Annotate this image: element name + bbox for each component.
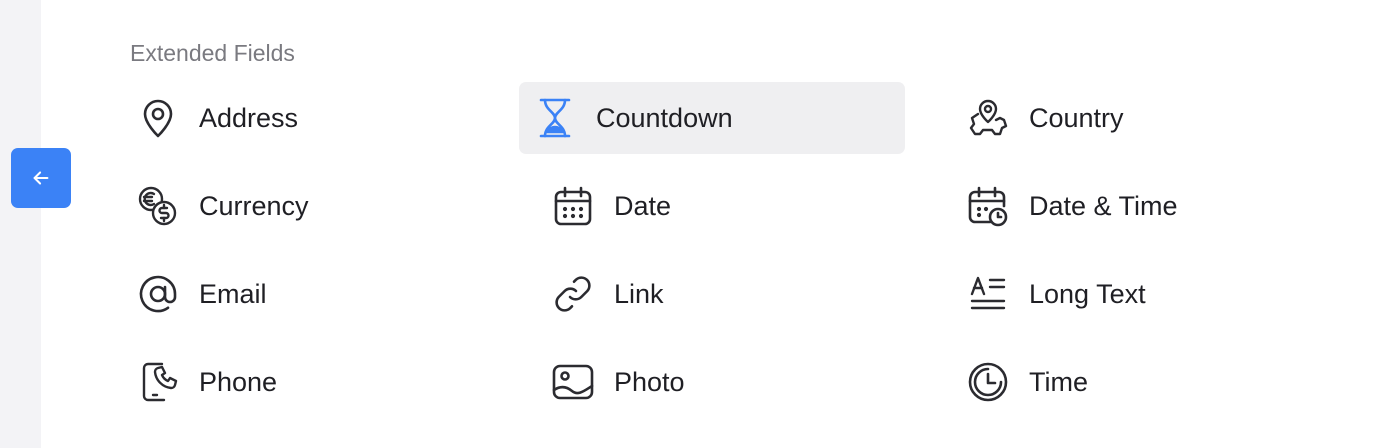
field-label: Date & Time xyxy=(1029,190,1178,221)
at-sign-icon xyxy=(136,272,180,316)
field-label: Address xyxy=(199,102,299,133)
field-label: Link xyxy=(614,278,664,309)
left-rail xyxy=(0,0,41,448)
arrow-left-icon xyxy=(30,167,52,189)
phone-icon xyxy=(136,360,180,404)
field-label: Country xyxy=(1029,102,1124,133)
field-date-time[interactable]: Date & Time xyxy=(952,170,1338,242)
field-label: Countdown xyxy=(596,102,733,133)
field-long-text[interactable]: Long Text xyxy=(952,258,1338,330)
field-label: Time xyxy=(1029,366,1088,397)
link-icon xyxy=(551,272,595,316)
calendar-icon xyxy=(551,184,595,228)
field-label: Currency xyxy=(199,190,309,221)
field-phone[interactable]: Phone xyxy=(122,346,508,418)
section-title: Extended Fields xyxy=(130,40,295,66)
field-label: Long Text xyxy=(1029,278,1146,309)
map-pin-icon xyxy=(136,96,180,140)
field-photo[interactable]: Photo xyxy=(537,346,923,418)
field-label: Phone xyxy=(199,366,278,397)
field-date[interactable]: Date xyxy=(537,170,923,242)
field-label: Email xyxy=(199,278,267,309)
field-email[interactable]: Email xyxy=(122,258,508,330)
back-button[interactable] xyxy=(11,148,71,208)
long-text-icon xyxy=(966,272,1010,316)
field-countdown[interactable]: Countdown xyxy=(519,82,905,154)
clock-icon xyxy=(966,360,1010,404)
field-link[interactable]: Link xyxy=(537,258,923,330)
field-country[interactable]: Country xyxy=(952,82,1338,154)
photo-icon xyxy=(551,360,595,404)
field-currency[interactable]: Currency xyxy=(122,170,508,242)
hourglass-icon xyxy=(533,96,577,140)
field-time[interactable]: Time xyxy=(952,346,1338,418)
currency-icon xyxy=(136,184,180,228)
field-label: Photo xyxy=(614,366,685,397)
field-label: Date xyxy=(614,190,672,221)
map-pin-country-icon xyxy=(966,96,1010,140)
field-address[interactable]: Address xyxy=(122,82,508,154)
calendar-clock-icon xyxy=(966,184,1010,228)
